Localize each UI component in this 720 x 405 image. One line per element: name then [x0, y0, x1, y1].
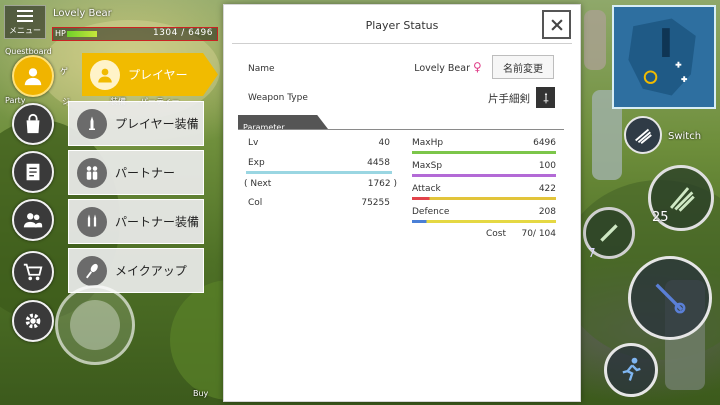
- attack-bar: [412, 197, 556, 200]
- hp-label: HP: [55, 29, 66, 38]
- running-figure-icon: [622, 357, 641, 381]
- menu-item-player-label: プレイヤー: [128, 68, 188, 82]
- minimap[interactable]: [612, 5, 716, 109]
- note-icon: [26, 163, 40, 181]
- main-menu-button[interactable]: メニュー: [4, 5, 46, 39]
- hud-fragment-bottom: Buy: [193, 389, 209, 398]
- movement-joystick[interactable]: [55, 285, 135, 365]
- friends-icon: [23, 213, 43, 228]
- parameter-divider: [238, 129, 564, 130]
- lv-label: Lv: [248, 138, 259, 148]
- dialog-title: Player Status: [365, 19, 439, 32]
- attack-button[interactable]: [628, 256, 712, 340]
- person-icon: [90, 59, 120, 90]
- maxsp-bar: [412, 174, 556, 177]
- maxhp-label: MaxHp: [412, 138, 444, 148]
- menu-item-partner-equipment[interactable]: パートナー装備: [68, 199, 204, 244]
- col-value: 75255: [361, 198, 390, 208]
- twin-swords-icon: [77, 206, 107, 237]
- gear-icon: [25, 313, 41, 329]
- weapon-type-value: 片手細剣: [488, 93, 530, 105]
- pair-icon: [77, 157, 107, 188]
- hp-text: 1304 / 6496: [152, 28, 213, 38]
- switch-label: Switch: [668, 131, 702, 142]
- close-button[interactable]: [542, 10, 571, 39]
- item-bag-button[interactable]: [12, 103, 54, 145]
- rapier-icon: [536, 87, 555, 108]
- name-label: Name: [248, 64, 275, 74]
- menu-item-player[interactable]: プレイヤー: [82, 53, 218, 96]
- close-icon: [550, 18, 563, 31]
- maxsp-value: 100: [538, 161, 556, 171]
- defence-bar: [412, 220, 556, 223]
- claw-slash-icon: [670, 187, 695, 212]
- menu-item-partner-label: パートナー: [115, 166, 176, 180]
- defence-label: Defence: [412, 207, 450, 217]
- menu-item-player-equipment-label: プレイヤー装備: [115, 117, 199, 131]
- menu-item-partner[interactable]: パートナー: [68, 150, 204, 195]
- hamburger-icon: [17, 10, 33, 22]
- switch-button[interactable]: [624, 116, 662, 154]
- dash-button[interactable]: [604, 343, 658, 397]
- next-label: ( Next: [244, 179, 272, 189]
- menu-item-partner-equipment-label: パートナー装備: [115, 215, 200, 229]
- skill-counter: 25: [652, 210, 669, 225]
- minimap-terrain-icon: [628, 18, 696, 96]
- player-menu-button[interactable]: [12, 55, 54, 97]
- exp-bar: [246, 171, 392, 174]
- shop-button[interactable]: [12, 251, 54, 293]
- attack-value: 422: [538, 184, 556, 194]
- maxsp-label: MaxSp: [412, 161, 443, 171]
- cart-icon: [23, 263, 43, 281]
- party-label: Party: [5, 96, 26, 105]
- rename-button[interactable]: 名前変更: [492, 55, 554, 79]
- exp-value: 4458: [367, 158, 390, 168]
- triple-slash-icon: [635, 128, 652, 144]
- weapon-type-label: Weapon Type: [248, 93, 308, 103]
- maxhp-bar: [412, 151, 556, 154]
- attack-label: Attack: [412, 184, 441, 194]
- settings-button[interactable]: [12, 300, 54, 342]
- maxhp-value: 6496: [533, 138, 556, 148]
- hud-player-name: Lovely Bear: [53, 8, 112, 19]
- female-icon: ♀: [473, 60, 482, 74]
- menu-item-player-equipment[interactable]: プレイヤー装備: [68, 101, 204, 146]
- makeup-brush-icon: [77, 255, 107, 286]
- col-label: Col: [248, 198, 263, 208]
- hp-bar: HP 1304 / 6496: [52, 27, 218, 41]
- rapier-icon: [655, 283, 686, 314]
- name-value: Lovely Bear: [414, 63, 470, 74]
- parameter-header-label: Parameter: [243, 123, 285, 132]
- skill-number: 7: [588, 246, 596, 260]
- sword-icon: [77, 108, 107, 139]
- slash-icon: [600, 224, 618, 242]
- quest-note-button[interactable]: [12, 151, 54, 193]
- hud-fragment-1: ゲ: [60, 67, 68, 76]
- title-divider: [232, 43, 572, 44]
- next-value: 1762 ): [367, 179, 397, 189]
- exp-label: Exp: [248, 158, 265, 168]
- lv-value: 40: [378, 138, 390, 148]
- friends-button[interactable]: [12, 199, 54, 241]
- parameter-header: Parameter: [238, 115, 328, 129]
- defence-value: 208: [538, 207, 556, 217]
- player-status-dialog: Player Status Name Lovely Bear ♀ 名前変更 We…: [223, 4, 581, 402]
- menu-label: メニュー: [9, 26, 41, 35]
- person-icon: [24, 68, 42, 86]
- hp-fill: [67, 31, 97, 37]
- menu-item-makeup-label: メイクアップ: [115, 264, 187, 278]
- bag-icon: [26, 113, 40, 134]
- cost-value: 70/ 104: [521, 229, 556, 239]
